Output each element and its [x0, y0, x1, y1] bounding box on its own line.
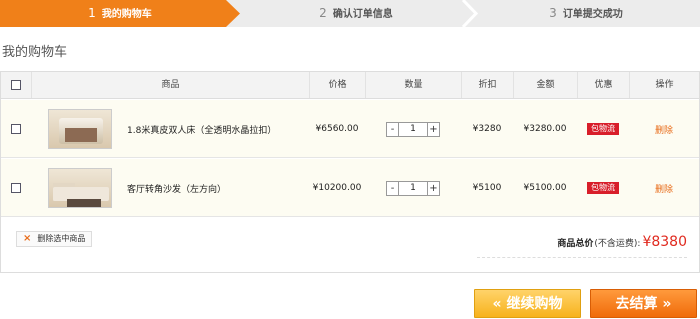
step-2-label: 确认订单信息 [332, 9, 393, 20]
cart-footer: × 删除选中商品 商品总价 (不含运费): ¥8380 [1, 216, 699, 274]
action-cell: 删除 [629, 100, 699, 158]
cart-total: 商品总价 (不含运费): ¥8380 [557, 234, 687, 250]
promo-cell: 包物流 [577, 159, 629, 217]
decrease-button[interactable]: - [386, 121, 399, 137]
product-name[interactable]: 1.8米真皮双人床（全透明水晶拉扣） [127, 100, 307, 158]
delete-selected-label: 删除选中商品 [37, 234, 86, 243]
cart-table: 商品 价格 数量 折扣 金额 优惠 操作 1.8米真皮双人床（全透明水晶拉扣） … [0, 71, 700, 273]
product-name[interactable]: 客厅转角沙发（左方向） [127, 159, 307, 217]
action-cell: 删除 [629, 159, 699, 217]
amount: ¥5100.00 [523, 183, 567, 193]
step-3-label: 订单提交成功 [562, 9, 623, 20]
quantity-stepper: - 1 + [365, 100, 461, 158]
step-3-success: 3 订单提交成功 [472, 0, 700, 27]
step-1-label: 我的购物车 [101, 9, 152, 20]
delete-link[interactable]: 删除 [655, 123, 673, 136]
checkout-button[interactable]: 去结算 » [590, 289, 697, 318]
bed-photo-icon [48, 109, 112, 149]
select-all-cell [1, 72, 31, 98]
step-3-number: 3 [549, 6, 557, 20]
divider [477, 257, 687, 258]
header-product: 商品 [31, 72, 309, 98]
delete-selected-button[interactable]: × 删除选中商品 [16, 231, 93, 247]
promo-cell: 包物流 [577, 100, 629, 158]
discount-price: ¥3280 [472, 124, 502, 134]
table-header: 商品 价格 数量 折扣 金额 优惠 操作 [1, 72, 699, 99]
free-shipping-badge: 包物流 [587, 123, 619, 135]
delete-link[interactable]: 删除 [655, 182, 673, 195]
sofa-photo-icon [48, 168, 112, 208]
select-all-checkbox[interactable] [11, 80, 21, 90]
product-thumbnail[interactable] [45, 100, 115, 158]
quantity-input[interactable]: 1 [399, 180, 427, 196]
continue-shopping-button[interactable]: « 继续购物 [474, 289, 581, 318]
unit-price: ¥6560.00 [315, 124, 359, 134]
checkout-steps: 1 我的购物车 2 确认订单信息 3 订单提交成功 [0, 0, 700, 27]
step-1-number: 1 [88, 6, 96, 20]
step-2-confirm: 2 确认订单信息 [240, 0, 472, 27]
header-quantity: 数量 [365, 72, 461, 98]
row-checkbox[interactable] [11, 124, 21, 134]
row-select-cell [1, 100, 31, 158]
cart-row: 1.8米真皮双人床（全透明水晶拉扣） ¥6560.00 - 1 + ¥3280 … [1, 100, 699, 158]
step-2-number: 2 [319, 6, 327, 20]
header-promo: 优惠 [577, 72, 629, 98]
header-price: 价格 [309, 72, 365, 98]
quantity-input[interactable]: 1 [399, 121, 427, 137]
total-price: ¥8380 [642, 234, 687, 250]
unit-price: ¥10200.00 [312, 183, 362, 193]
row-checkbox[interactable] [11, 183, 21, 193]
header-discount: 折扣 [461, 72, 513, 98]
increase-button[interactable]: + [427, 121, 440, 137]
page-title: 我的购物车 [2, 45, 68, 60]
cart-row: 客厅转角沙发（左方向） ¥10200.00 - 1 + ¥5100 ¥5100.… [1, 159, 699, 217]
row-select-cell [1, 159, 31, 217]
amount: ¥3280.00 [523, 124, 567, 134]
header-action: 操作 [629, 72, 699, 98]
decrease-button[interactable]: - [386, 180, 399, 196]
free-shipping-badge: 包物流 [587, 182, 619, 194]
increase-button[interactable]: + [427, 180, 440, 196]
close-icon: × [23, 233, 32, 244]
discount-price: ¥5100 [472, 183, 502, 193]
total-label: 商品总价 [557, 239, 594, 249]
quantity-stepper: - 1 + [365, 159, 461, 217]
header-amount: 金额 [513, 72, 577, 98]
step-1-cart: 1 我的购物车 [0, 0, 240, 27]
product-thumbnail[interactable] [45, 159, 115, 217]
total-note: (不含运费): [594, 239, 641, 249]
